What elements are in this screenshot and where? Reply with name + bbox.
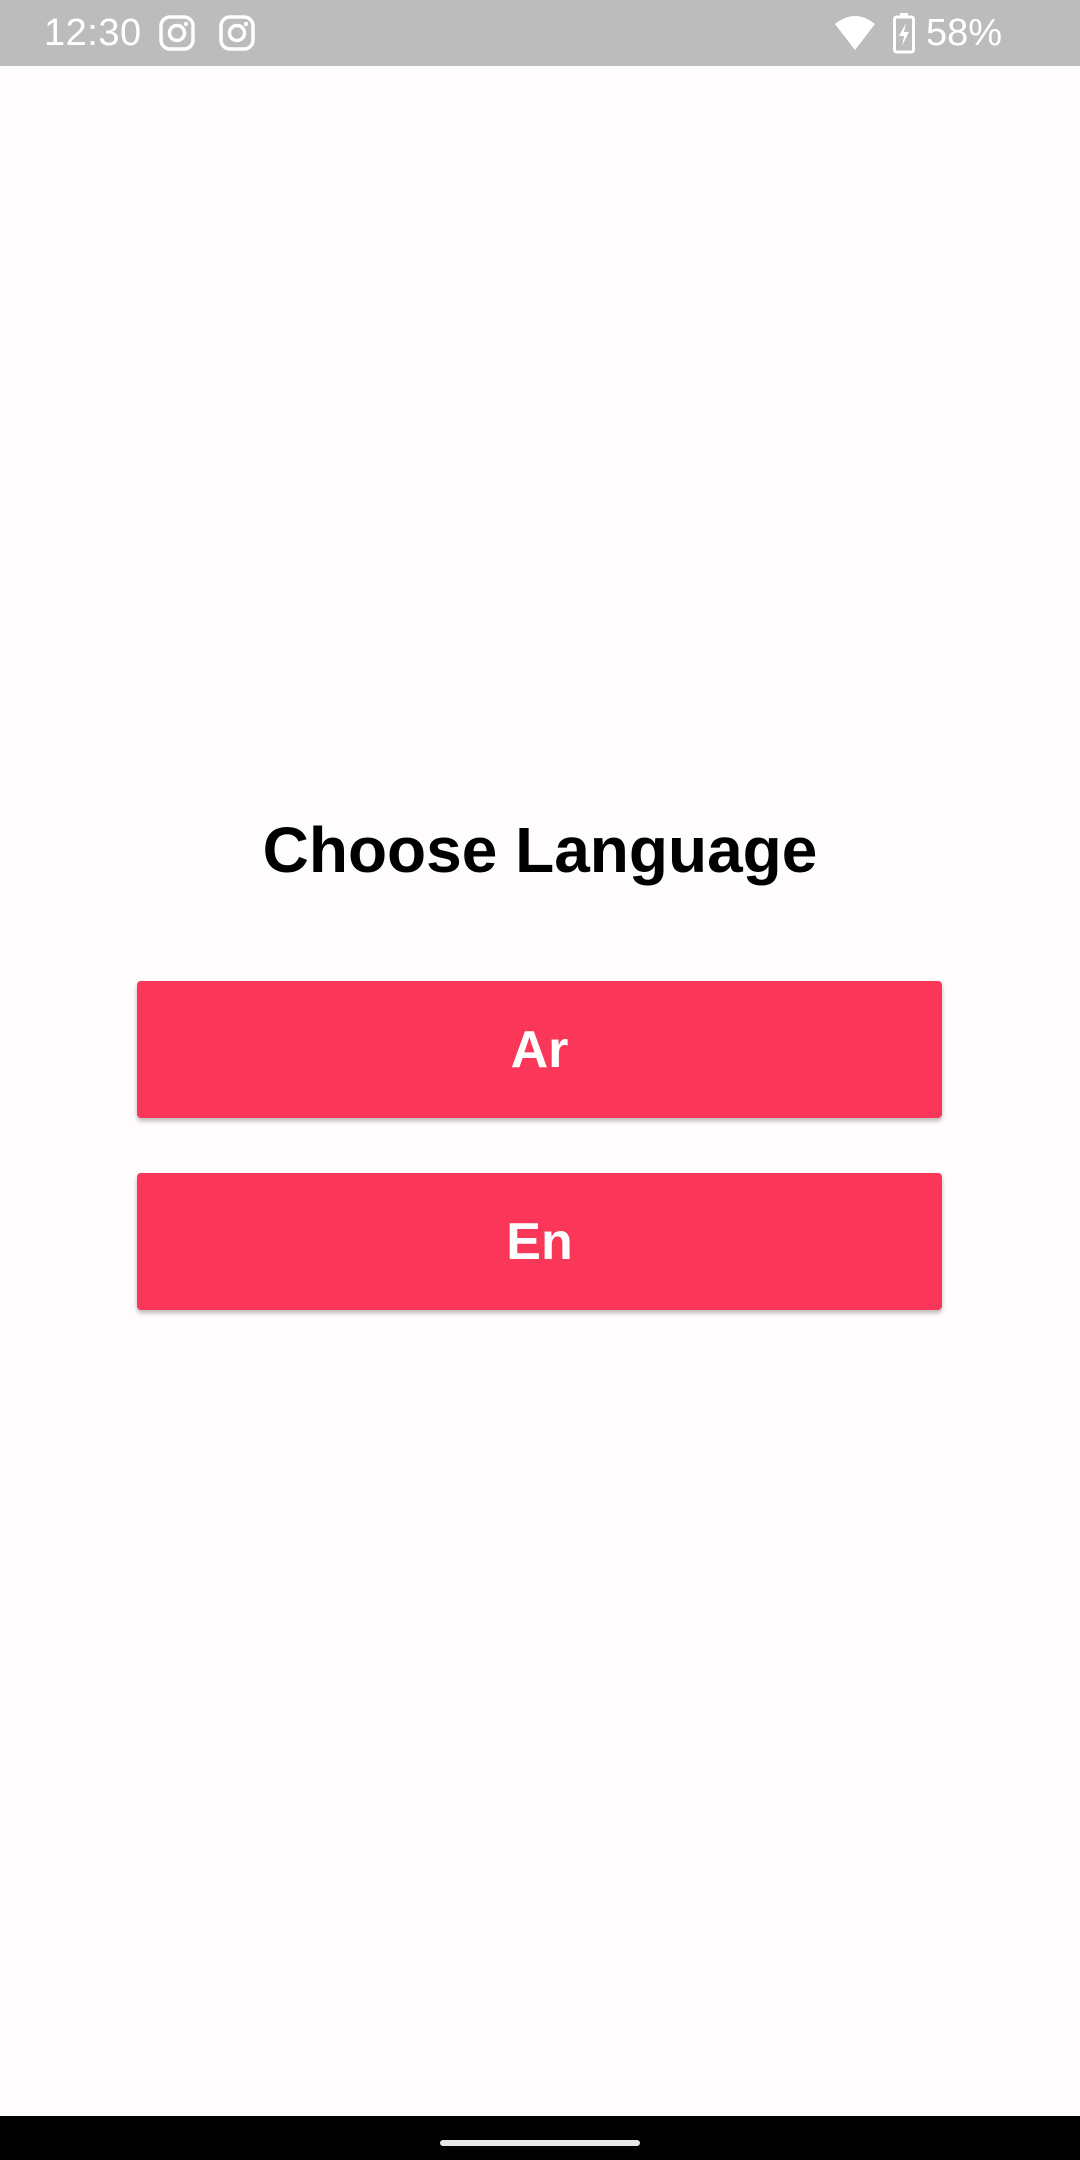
status-bar: 12:30 58% [0,0,1080,66]
battery-charging-icon [892,12,916,54]
page-title: Choose Language [262,814,818,886]
instagram-icon [158,14,196,52]
arabic-language-button-label: Ar [510,1020,569,1079]
navigation-bar [0,2116,1080,2160]
english-language-button[interactable]: En [137,1173,942,1310]
instagram-icon [218,14,256,52]
home-gesture-handle[interactable] [440,2140,640,2146]
language-screen: Choose Language Ar En [0,66,1080,2116]
english-language-button-label: En [506,1212,573,1271]
wifi-icon [834,14,876,52]
battery-percent: 58% [925,12,1002,54]
status-time: 12:30 [44,12,142,54]
arabic-language-button[interactable]: Ar [137,981,942,1118]
